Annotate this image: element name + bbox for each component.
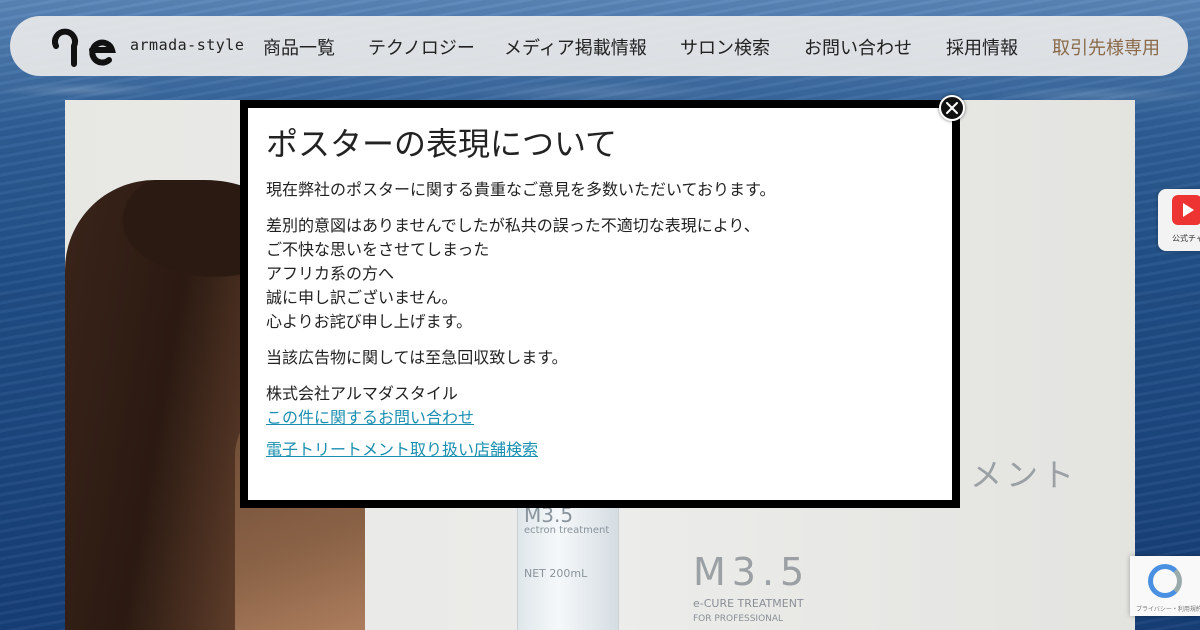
- nav-item-technology[interactable]: テクノロジー: [368, 34, 475, 60]
- recaptcha-badge[interactable]: プライバシー・利用規約: [1130, 556, 1200, 616]
- modal-paragraph-2-line: 誠に申し訳ございません。: [266, 288, 458, 307]
- nav-item-recruit[interactable]: 採用情報: [946, 34, 1018, 60]
- poster-product-title: M3.5: [693, 550, 811, 594]
- youtube-channel-tab[interactable]: 公式チャ: [1158, 189, 1200, 251]
- poster-kana: メント: [970, 456, 1079, 494]
- contact-link[interactable]: この件に関するお問い合わせ: [266, 406, 934, 430]
- nav-item-trade-partners[interactable]: 取引先様専用: [1052, 34, 1160, 60]
- modal-title: ポスターの表現について: [266, 125, 618, 163]
- modal-paragraph-1: 現在弊社のポスターに関する貴重なご意見を多数いただいております。: [266, 180, 776, 199]
- modal-paragraph-2-line: 差別的意図はありませんでしたが私共の誤った不適切な表現により、: [266, 216, 760, 235]
- nav-item-media[interactable]: メディア掲載情報: [504, 34, 647, 60]
- bottle-subtitle: ectron treatment: [524, 525, 610, 536]
- company-name: 株式会社アルマダスタイル: [266, 384, 458, 403]
- modal-paragraph-2-line: ご不快な思いをさせてしまった: [266, 240, 490, 259]
- close-icon: [946, 102, 958, 114]
- poster-product-subtitle: e-CURE TREATMENT: [693, 597, 804, 610]
- recaptcha-icon: [1148, 564, 1182, 598]
- apology-modal: ポスターの表現について 現在弊社のポスターに関する貴重なご意見を多数いただいてお…: [248, 108, 952, 500]
- close-button[interactable]: [939, 95, 965, 121]
- modal-paragraph-2-line: 心よりお詫び申し上げます。: [266, 312, 473, 331]
- recaptcha-label: プライバシー・利用規約: [1136, 606, 1200, 613]
- modal-paragraph-2: 差別的意図はありませんでしたが私共の誤った不適切な表現により、 ご不快な思いをさ…: [266, 214, 934, 334]
- store-search-link[interactable]: 電子トリートメント取り扱い店舗検索: [266, 438, 934, 462]
- youtube-tab-label: 公式チャ: [1172, 234, 1200, 243]
- nav-item-salon-search[interactable]: サロン検索: [680, 34, 770, 60]
- youtube-icon: [1172, 195, 1200, 225]
- modal-paragraph-2-line: アフリカ系の方へ: [266, 264, 395, 283]
- poster-product-subtitle2: FOR PROFESSIONAL: [693, 614, 784, 624]
- nav-item-contact[interactable]: お問い合わせ: [804, 34, 912, 60]
- bottle-volume: NET 200mL: [524, 567, 588, 580]
- nav-item-products[interactable]: 商品一覧: [263, 34, 335, 60]
- main-nav: 商品一覧 テクノロジー メディア掲載情報 サロン検索 お問い合わせ 採用情報 取…: [10, 16, 1188, 76]
- site-header: armada-style 商品一覧 テクノロジー メディア掲載情報 サロン検索 …: [10, 16, 1188, 76]
- modal-paragraph-3: 当該広告物に関しては至急回収致します。: [266, 348, 568, 367]
